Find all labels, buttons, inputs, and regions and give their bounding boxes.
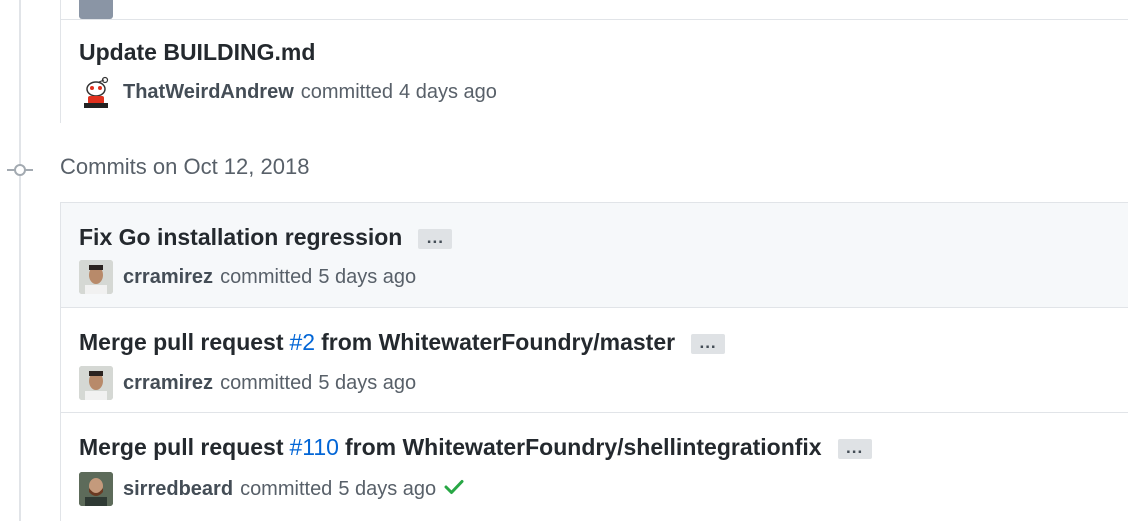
commit-time: 5 days ago (318, 265, 417, 288)
commit-message-link[interactable]: from WhitewaterFoundry/master (321, 328, 675, 356)
avatar[interactable] (79, 260, 113, 294)
commit-row: Fix Go installation regression ... crram… (61, 203, 1128, 307)
commit-message-link[interactable]: Fix Go installation regression (79, 223, 402, 251)
commit-message-link[interactable]: Merge pull request (79, 328, 283, 356)
commit-date-heading: Commits on Oct 12, 2018 (60, 154, 310, 179)
ellipsis-icon: ... (846, 438, 864, 457)
commit-action: committed (220, 265, 313, 288)
avatar[interactable] (79, 366, 113, 400)
expand-message-button[interactable]: ... (418, 228, 453, 249)
commit-row: Merge pull request #2 from WhitewaterFou… (61, 307, 1128, 412)
timeline-line (19, 0, 21, 521)
commit-meta: ThatWeirdAndrew committed 4 days ago (79, 74, 497, 110)
commit-action: committed (300, 80, 394, 103)
commit-time: 5 days ago (318, 371, 417, 394)
commit-row: Update BUILDING.md ThatWeirdAndrew commi… (61, 19, 1128, 123)
check-icon[interactable] (444, 478, 464, 501)
commit-action: committed (240, 477, 333, 500)
commit-action: committed (220, 371, 313, 394)
commit-time: 4 days ago (399, 80, 497, 103)
pull-request-link[interactable]: #110 (289, 433, 338, 461)
commit-title[interactable]: Update BUILDING.md (79, 38, 315, 66)
commit-meta: crramirez committed 5 days ago (79, 365, 416, 401)
commit-title[interactable]: Fix Go installation regression ... (79, 223, 453, 251)
pull-request-link[interactable]: #2 (289, 328, 315, 356)
commit-message-link[interactable]: Update BUILDING.md (79, 38, 315, 66)
avatar[interactable] (79, 0, 113, 19)
git-commit-icon (7, 164, 33, 176)
avatar[interactable] (79, 75, 113, 109)
commit-row-partial (61, 0, 1128, 19)
commit-group-oct-12: Fix Go installation regression ... crram… (60, 202, 1128, 521)
commit-author[interactable]: crramirez (123, 266, 213, 289)
commit-group-top: Update BUILDING.md ThatWeirdAndrew commi… (60, 0, 1128, 123)
commit-message-link[interactable]: Merge pull request (79, 433, 283, 461)
ellipsis-icon: ... (699, 333, 717, 352)
commit-author[interactable]: ThatWeirdAndrew (123, 81, 294, 104)
ellipsis-icon: ... (426, 228, 444, 247)
commit-title[interactable]: Merge pull request #2 from WhitewaterFou… (79, 328, 726, 356)
commit-author[interactable]: sirredbeard (123, 478, 233, 501)
expand-message-button[interactable]: ... (837, 438, 872, 459)
avatar[interactable] (79, 472, 113, 506)
commit-message-link[interactable]: from WhitewaterFoundry/shellintegrationf… (345, 433, 822, 461)
commit-author[interactable]: crramirez (123, 372, 213, 395)
commit-meta: sirredbeard committed 5 days ago (79, 471, 464, 507)
commit-title[interactable]: Merge pull request #110 from WhitewaterF… (79, 433, 872, 461)
expand-message-button[interactable]: ... (691, 333, 726, 354)
commit-row: Merge pull request #110 from WhitewaterF… (61, 412, 1128, 521)
commit-meta: crramirez committed 5 days ago (79, 259, 416, 295)
commit-time: 5 days ago (338, 477, 437, 500)
